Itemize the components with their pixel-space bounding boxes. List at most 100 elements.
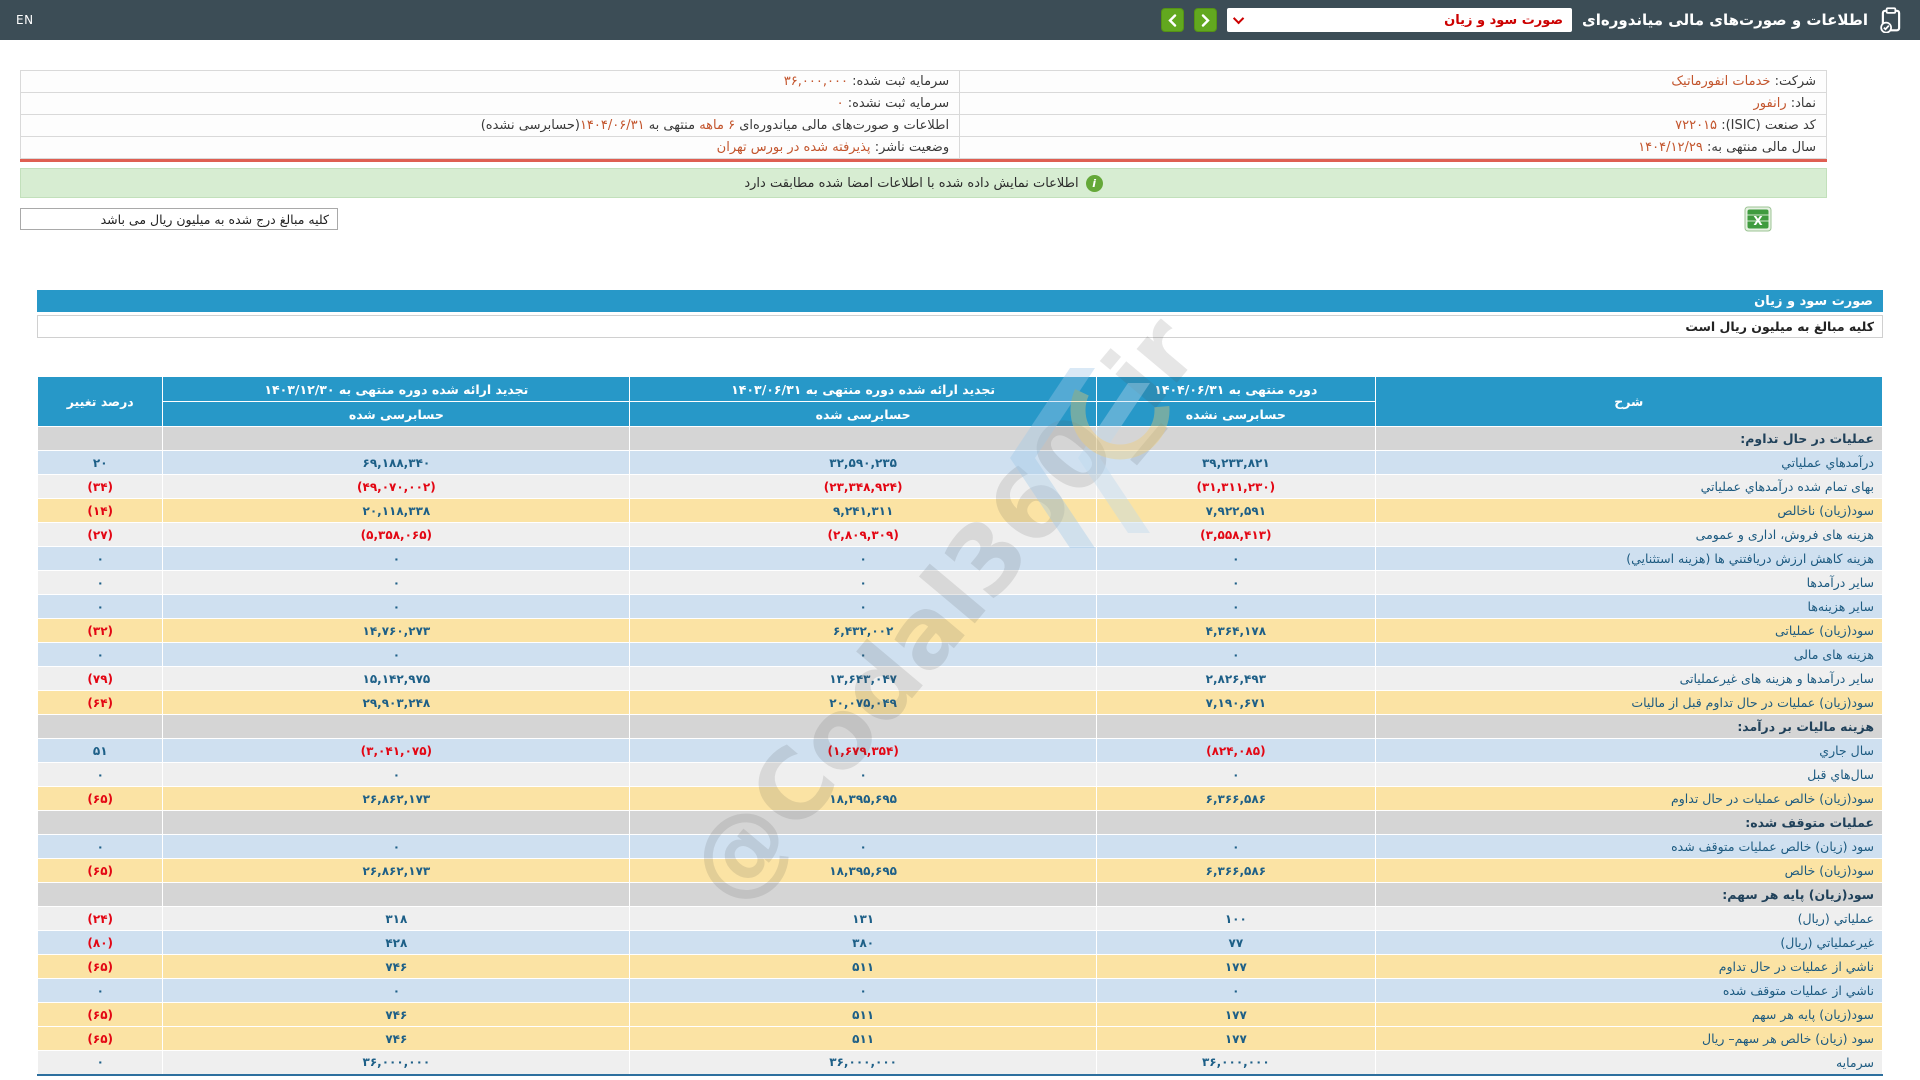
percent-change bbox=[36, 426, 164, 451]
value-restated-6m-prior: ۳۸۰ bbox=[629, 930, 1098, 955]
value-restated-annual-prior: ۱۴,۷۶۰,۲۷۳ bbox=[162, 618, 631, 643]
row-label: سود(زیان) پایه هر سهم bbox=[1374, 1002, 1884, 1027]
value-current-period: ۱۰۰ bbox=[1096, 906, 1376, 931]
percent-change: (۶۴) bbox=[36, 690, 164, 715]
value-restated-annual-prior: ۷۴۶ bbox=[162, 1002, 631, 1027]
info-row-company: شرکت: خدمات انفورماتیک سرمایه ثبت شده: ۳… bbox=[19, 70, 1827, 93]
value-restated-6m-prior: ۰ bbox=[629, 978, 1098, 1003]
table-row: هزینه های فروش، اداری و عمومی (۳,۵۵۸,۴۱۳… bbox=[36, 522, 1884, 547]
company-info-section: شرکت: خدمات انفورماتیک سرمایه ثبت شده: ۳… bbox=[19, 70, 1827, 162]
value-restated-6m-prior: ۵۱۱ bbox=[629, 1002, 1098, 1027]
row-label: بهای تمام شده درآمدهاي عملياتي bbox=[1374, 474, 1884, 499]
value-restated-annual-prior: ۰ bbox=[162, 546, 631, 571]
value-restated-6m-prior: ۳۶,۰۰۰,۰۰۰ bbox=[629, 1050, 1098, 1075]
row-label: غیرعملیاتي (ریال) bbox=[1374, 930, 1884, 955]
value-current-period: ۶,۳۶۶,۵۸۶ bbox=[1096, 786, 1376, 811]
row-label: ناشي از عملیات در حال تداوم bbox=[1374, 954, 1884, 979]
value-restated-annual-prior: ۰ bbox=[162, 834, 631, 859]
chevron-down-icon bbox=[1232, 12, 1245, 25]
value-current-period: ۰ bbox=[1096, 978, 1376, 1003]
table-row: هزینه مالیات بر درآمد: bbox=[36, 714, 1884, 739]
value-restated-6m-prior: ۰ bbox=[629, 642, 1098, 667]
value-restated-6m-prior: ۵۱۱ bbox=[629, 1026, 1098, 1051]
value-restated-6m-prior: (۲۳,۳۴۸,۹۲۴) bbox=[629, 474, 1098, 499]
percent-change: (۸۰) bbox=[36, 930, 164, 955]
table-row: سال‌هاي قبل ۰ ۰ ۰ ۰ bbox=[36, 762, 1884, 787]
row-label: سرمایه bbox=[1374, 1050, 1884, 1075]
table-row: غیرعملیاتي (ریال) ۷۷ ۳۸۰ ۴۲۸ (۸۰) bbox=[36, 930, 1884, 955]
dropdown-selected-value: صورت سود و زیان bbox=[1444, 12, 1564, 28]
value-current-period: ۱۷۷ bbox=[1096, 1002, 1376, 1027]
percent-change: (۶۵) bbox=[36, 1002, 164, 1027]
header-current-audit-status: حسابرسی نشده bbox=[1096, 401, 1376, 427]
row-label: عملیات در حال تداوم: bbox=[1374, 426, 1884, 451]
header-current-period: دوره منتهی به ۱۴۰۴/۰۶/۳۱ bbox=[1096, 376, 1376, 402]
row-label: سود(زیان) ناخالص bbox=[1374, 498, 1884, 523]
value-restated-6m-prior: ۳۲,۵۹۰,۲۳۵ bbox=[629, 450, 1098, 475]
value-restated-annual-prior: ۰ bbox=[162, 762, 631, 787]
table-row: هزینه کاهش ارزش دریافتني ها (هزینه استثن… bbox=[36, 546, 1884, 571]
value-restated-6m-prior: ۱۸,۳۹۵,۶۹۵ bbox=[629, 858, 1098, 883]
value-current-period: ۱۷۷ bbox=[1096, 1026, 1376, 1051]
row-label: سایر درآمدها bbox=[1374, 570, 1884, 595]
statement-units-note: کلیه مبالغ به میلیون ریال است bbox=[37, 315, 1883, 338]
topbar: اطلاعات و صورت‌های مالی میاندوره‌ای صورت… bbox=[0, 0, 1920, 40]
table-row: سایر هزینه‌ها ۰ ۰ ۰ ۰ bbox=[36, 594, 1884, 619]
row-label: عملیات متوقف شده: bbox=[1374, 810, 1884, 835]
row-label: عملیاتي (ریال) bbox=[1374, 906, 1884, 931]
table-row: ناشي از عملیات در حال تداوم ۱۷۷ ۵۱۱ ۷۴۶ … bbox=[36, 954, 1884, 979]
next-statement-button[interactable] bbox=[1194, 8, 1218, 32]
table-row: سود(زیان) ناخالص ۷,۹۲۲,۵۹۱ ۹,۲۴۱,۳۱۱ ۲۰,… bbox=[36, 498, 1884, 523]
table-row: سود(زیان) پایه هر سهم: bbox=[36, 882, 1884, 907]
value-current-period: ۱۷۷ bbox=[1096, 954, 1376, 979]
value-current-period: ۷,۹۲۲,۵۹۱ bbox=[1096, 498, 1376, 523]
info-icon: i bbox=[1085, 174, 1103, 192]
value-restated-6m-prior: (۱,۶۷۹,۳۵۴) bbox=[629, 738, 1098, 763]
percent-change: (۶۵) bbox=[36, 786, 164, 811]
isic-code-field: کد صنعت (ISIC): ۷۲۲۰۱۵ bbox=[959, 114, 1827, 137]
svg-text:X: X bbox=[1753, 214, 1763, 228]
table-row: سایر درآمدها ۰ ۰ ۰ ۰ bbox=[36, 570, 1884, 595]
row-label: سود(زیان) پایه هر سهم: bbox=[1374, 882, 1884, 907]
row-label: سود(زیان) خالص bbox=[1374, 858, 1884, 883]
table-header: شرح دوره منتهی به ۱۴۰۴/۰۶/۳۱ تجدید ارائه… bbox=[36, 376, 1884, 427]
info-row-isic: کد صنعت (ISIC): ۷۲۲۰۱۵ اطلاعات و صورت‌ها… bbox=[19, 114, 1827, 137]
value-current-period bbox=[1096, 714, 1376, 739]
value-restated-annual-prior: ۴۲۸ bbox=[162, 930, 631, 955]
percent-change: ۲۰ bbox=[36, 450, 164, 475]
value-restated-annual-prior bbox=[162, 810, 631, 835]
percent-change: ۰ bbox=[36, 546, 164, 571]
row-label: هزینه های فروش، اداری و عمومی bbox=[1374, 522, 1884, 547]
table-row: سایر درآمدها و هزینه های غیرعملیاتی ۲,۸۲… bbox=[36, 666, 1884, 691]
statement-table-body: عملیات در حال تداوم: درآمدهاي عملياتي ۳۹… bbox=[36, 426, 1884, 1075]
table-row: سود(زیان) پایه هر سهم ۱۷۷ ۵۱۱ ۷۴۶ (۶۵) bbox=[36, 1002, 1884, 1027]
statement-type-dropdown[interactable]: صورت سود و زیان bbox=[1227, 8, 1573, 32]
previous-statement-button[interactable] bbox=[1161, 8, 1185, 32]
income-statement-table: شرح دوره منتهی به ۱۴۰۴/۰۶/۳۱ تجدید ارائه… bbox=[36, 376, 1884, 1076]
table-row: سود(زیان) خالص ۶,۳۶۶,۵۸۶ ۱۸,۳۹۵,۶۹۵ ۲۶,۸… bbox=[36, 858, 1884, 883]
clipboard-check-icon bbox=[1878, 7, 1904, 33]
value-restated-6m-prior: ۱۳,۶۴۳,۰۴۷ bbox=[629, 666, 1098, 691]
table-row: سرمایه ۳۶,۰۰۰,۰۰۰ ۳۶,۰۰۰,۰۰۰ ۳۶,۰۰۰,۰۰۰ … bbox=[36, 1050, 1884, 1075]
excel-export-icon[interactable]: X bbox=[1744, 206, 1772, 232]
statement-title-bar: صورت سود و زیان bbox=[37, 290, 1883, 312]
percent-change bbox=[36, 810, 164, 835]
table-row: درآمدهاي عملياتي ۳۹,۲۳۳,۸۲۱ ۳۲,۵۹۰,۲۳۵ ۶… bbox=[36, 450, 1884, 475]
percent-change: (۳۴) bbox=[36, 474, 164, 499]
table-row: سود (زیان) خالص عملیات متوقف شده ۰ ۰ ۰ ۰ bbox=[36, 834, 1884, 859]
row-label: هزینه مالیات بر درآمد: bbox=[1374, 714, 1884, 739]
language-toggle-en[interactable]: EN bbox=[16, 13, 34, 27]
percent-change: ۰ bbox=[36, 594, 164, 619]
value-current-period: ۰ bbox=[1096, 546, 1376, 571]
value-current-period: ۳۹,۲۳۳,۸۲۱ bbox=[1096, 450, 1376, 475]
value-restated-annual-prior bbox=[162, 426, 631, 451]
codal-statement-page: اطلاعات و صورت‌های مالی میاندوره‌ای صورت… bbox=[0, 0, 1920, 1080]
value-restated-6m-prior bbox=[629, 714, 1098, 739]
percent-change: (۲۷) bbox=[36, 522, 164, 547]
value-restated-annual-prior bbox=[162, 882, 631, 907]
value-restated-annual-prior: ۳۶,۰۰۰,۰۰۰ bbox=[162, 1050, 631, 1075]
unregistered-capital-field: سرمایه ثبت نشده: ۰ bbox=[19, 92, 961, 115]
table-row: سود(زیان) عملیات در حال تداوم قبل از مال… bbox=[36, 690, 1884, 715]
income-statement-section: صورت سود و زیان کلیه مبالغ به میلیون ریا… bbox=[36, 290, 1884, 1076]
header-description: شرح bbox=[1374, 376, 1884, 427]
